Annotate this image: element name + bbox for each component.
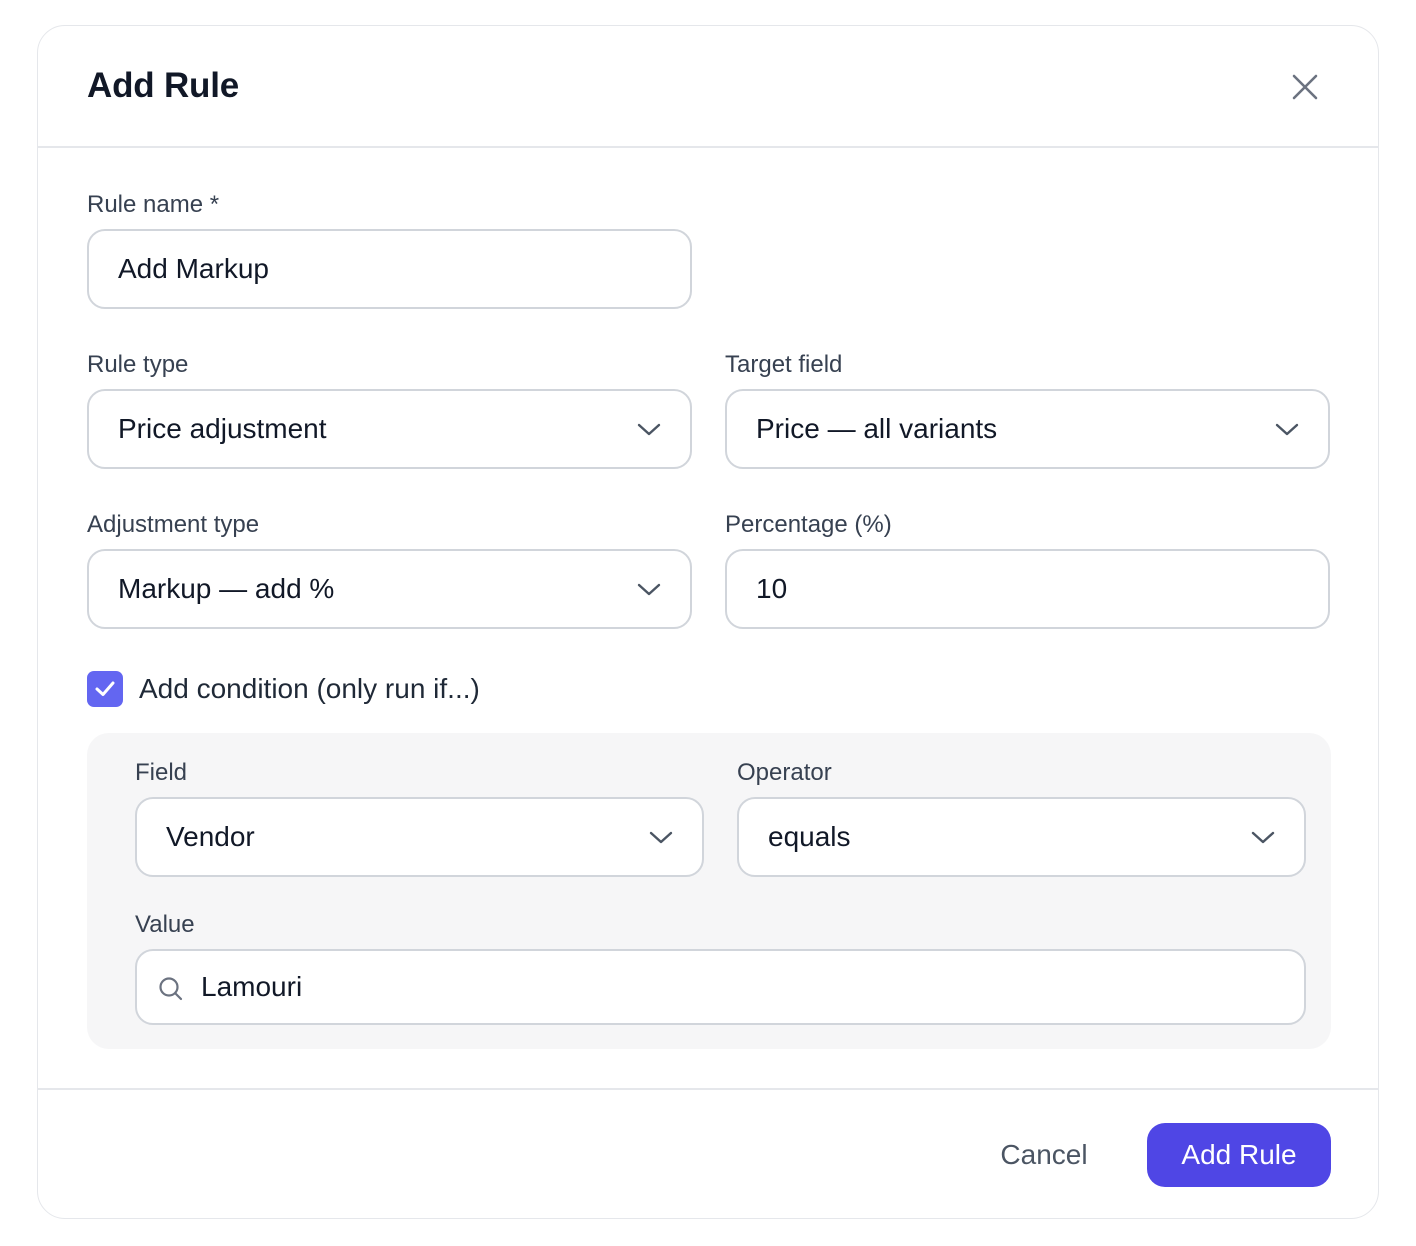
add-rule-dialog: Add Rule Rule name * Add Markup Rule typ… xyxy=(37,25,1379,1219)
condition-field-value: Vendor xyxy=(166,821,255,852)
footer-divider xyxy=(38,1088,1378,1090)
adjustment-type-label: Adjustment type xyxy=(87,511,260,538)
target-field-select[interactable]: Price — all variants xyxy=(725,389,1330,469)
percentage-label: Percentage (%) xyxy=(725,511,892,538)
close-icon xyxy=(1292,74,1318,100)
cancel-button[interactable]: Cancel xyxy=(974,1123,1114,1187)
condition-field-select[interactable]: Vendor xyxy=(135,797,704,877)
percentage-input[interactable]: 10 xyxy=(725,549,1330,629)
chevron-down-icon xyxy=(637,583,661,596)
condition-field-label: Field xyxy=(135,759,188,786)
rule-type-value: Price adjustment xyxy=(118,413,327,444)
condition-panel: Field Vendor Operator equals Value Lamou… xyxy=(87,733,1331,1049)
target-field-label: Target field xyxy=(725,351,843,378)
add-condition-label[interactable]: Add condition (only run if...) xyxy=(139,672,480,706)
rule-type-label: Rule type xyxy=(87,351,189,378)
rule-name-label: Rule name * xyxy=(87,191,220,218)
condition-value-input[interactable]: Lamouri xyxy=(135,949,1306,1025)
checkmark-icon xyxy=(95,681,115,696)
condition-value-label: Value xyxy=(135,911,195,938)
condition-operator-label: Operator xyxy=(737,759,832,786)
dialog-header: Add Rule xyxy=(38,26,1378,148)
add-rule-button[interactable]: Add Rule xyxy=(1147,1123,1331,1187)
search-icon xyxy=(159,977,183,1001)
rule-type-select[interactable]: Price adjustment xyxy=(87,389,692,469)
chevron-down-icon xyxy=(1275,423,1299,436)
condition-operator-value: equals xyxy=(768,821,851,852)
adjustment-type-value: Markup — add % xyxy=(118,573,335,604)
rule-name-value: Add Markup xyxy=(118,253,269,284)
percentage-value: 10 xyxy=(756,573,788,604)
add-condition-checkbox[interactable] xyxy=(87,671,123,707)
condition-value-text: Lamouri xyxy=(201,971,303,1002)
close-button[interactable] xyxy=(1288,70,1322,104)
rule-name-input[interactable]: Add Markup xyxy=(87,229,692,309)
dialog-title: Add Rule xyxy=(87,66,240,105)
chevron-down-icon xyxy=(1251,831,1275,844)
target-field-value: Price — all variants xyxy=(756,413,998,444)
condition-operator-select[interactable]: equals xyxy=(737,797,1306,877)
adjustment-type-select[interactable]: Markup — add % xyxy=(87,549,692,629)
chevron-down-icon xyxy=(637,423,661,436)
chevron-down-icon xyxy=(649,831,673,844)
